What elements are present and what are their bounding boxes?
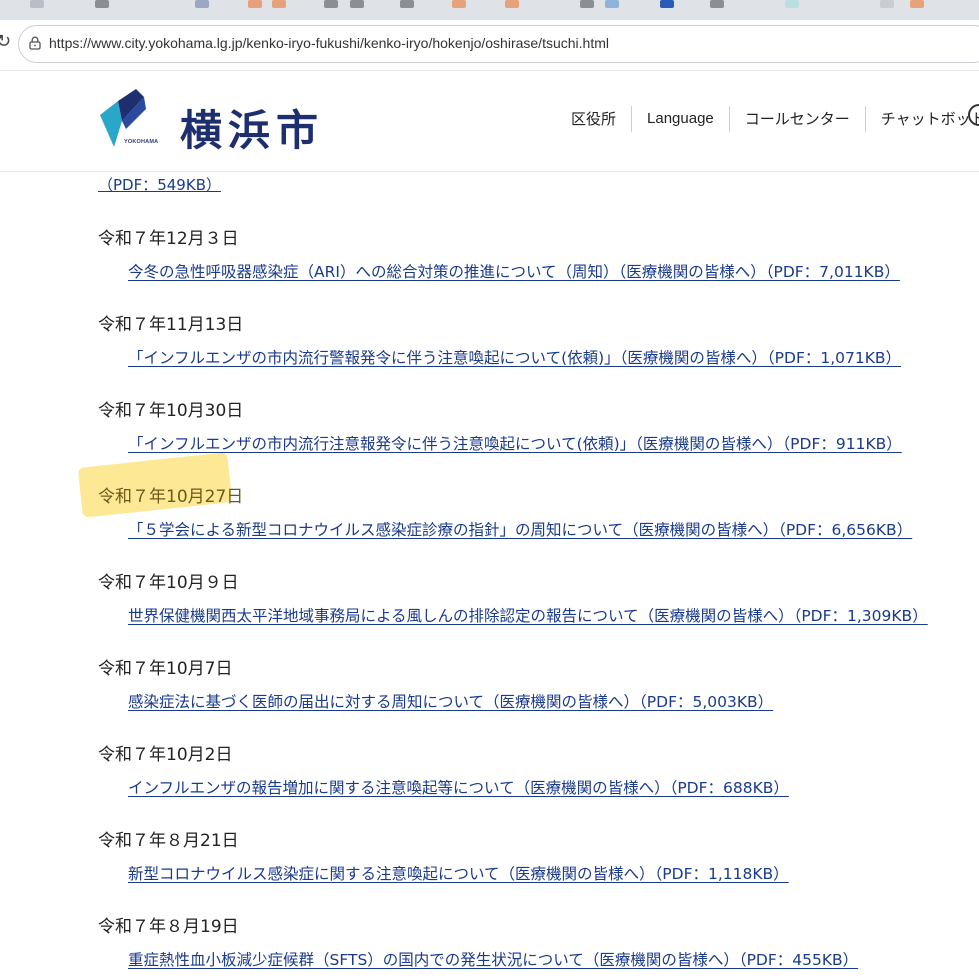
browser-toolbar: ↻ https://www.city.yokohama.lg.jp/kenko-…	[0, 20, 979, 71]
entry-date: 令和７年10月30日	[98, 401, 244, 421]
previous-entry-link[interactable]: （PDF：549KB）	[98, 174, 221, 195]
tab-favicon-icon[interactable]	[910, 0, 924, 8]
logo-text: 横浜市	[180, 106, 325, 155]
entry-link[interactable]: 「インフルエンザの市内流行注意報発令に伴う注意喚起について(依頼)」（医療機関の…	[128, 432, 902, 454]
site-header: YOKOHAMA 横浜市 区役所 Language コールセンター チャットボッ…	[0, 71, 979, 172]
nav-item-chatbot[interactable]: チャットボット	[864, 106, 979, 132]
nav-item-language[interactable]: Language	[631, 106, 729, 132]
tab-favicon-icon[interactable]	[30, 0, 44, 8]
reload-icon[interactable]: ↻	[0, 32, 11, 52]
address-bar[interactable]: https://www.city.yokohama.lg.jp/kenko-ir…	[18, 25, 979, 63]
entry-link[interactable]: 世界保健機関西太平洋地域事務局による風しんの排除認定の報告について（医療機関の皆…	[128, 604, 928, 626]
notice-list: （PDF：549KB） 令和７年12月３日 今冬の急性呼吸器感染症（ARI）への…	[0, 172, 979, 979]
yokohama-logo[interactable]: YOKOHAMA 横浜市	[96, 87, 318, 157]
entry-date: 令和７年10月９日	[98, 573, 239, 593]
tab-favicon-icon[interactable]	[605, 0, 619, 8]
logo-mark-icon	[100, 89, 146, 147]
tab-favicon-icon[interactable]	[272, 0, 286, 8]
entry-link[interactable]: 「５学会による新型コロナウイルス感染症診療の指針」の周知について（医療機関の皆様…	[128, 518, 912, 540]
tab-favicon-icon[interactable]	[350, 0, 364, 8]
entry-link[interactable]: 今冬の急性呼吸器感染症（ARI）への総合対策の推進について（周知）（医療機関の皆…	[128, 260, 900, 282]
entry-link[interactable]: 重症熱性血小板減少症候群（SFTS）の国内での発生状況について（医療機関の皆様へ…	[128, 948, 858, 970]
entry-date: 令和７年８月19日	[98, 917, 239, 937]
tab-favicon-icon[interactable]	[505, 0, 519, 8]
entry-date: 令和７年11月13日	[98, 315, 244, 335]
entry-link[interactable]: 新型コロナウイルス感染症に関する注意喚起について（医療機関の皆様へ）（PDF：1…	[128, 862, 789, 884]
tab-favicon-icon[interactable]	[195, 0, 209, 8]
entry-date-highlighted: 令和７年10月27日	[98, 487, 244, 507]
entry-date: 令和７年10月2日	[98, 745, 233, 765]
lock-icon	[29, 36, 41, 50]
tab-favicon-icon[interactable]	[248, 0, 262, 8]
tab-favicon-icon[interactable]	[452, 0, 466, 8]
tab-favicon-icon[interactable]	[324, 0, 338, 8]
tab-favicon-icon[interactable]	[785, 0, 799, 8]
tab-favicon-icon[interactable]	[95, 0, 109, 8]
logo-yokohama-small: YOKOHAMA	[124, 139, 159, 145]
tab-favicon-icon[interactable]	[400, 0, 414, 8]
tab-favicon-icon[interactable]	[660, 0, 674, 8]
entry-date: 令和７年８月21日	[98, 831, 239, 851]
nav-item-call-center[interactable]: コールセンター	[728, 106, 865, 132]
entry-link[interactable]: 感染症法に基づく医師の届出に対する周知について（医療機関の皆様へ）（PDF：5,…	[128, 690, 773, 712]
tab-favicon-icon[interactable]	[710, 0, 724, 8]
nav-item-ward-office[interactable]: 区役所	[556, 106, 631, 132]
url-text: https://www.city.yokohama.lg.jp/kenko-ir…	[49, 35, 609, 51]
tab-favicon-icon[interactable]	[880, 0, 894, 8]
global-nav: 区役所 Language コールセンター チャットボット	[556, 106, 979, 132]
entry-link[interactable]: 「インフルエンザの市内流行警報発令に伴う注意喚起について(依頼)」（医療機関の皆…	[128, 346, 901, 368]
browser-tab-strip	[0, 0, 979, 20]
entry-date: 令和７年12月３日	[98, 229, 239, 249]
tab-favicon-icon[interactable]	[580, 0, 594, 8]
entry-link[interactable]: インフルエンザの報告増加に関する注意喚起等について（医療機関の皆様へ）（PDF：…	[128, 776, 789, 798]
entry-date: 令和７年10月7日	[98, 659, 233, 679]
